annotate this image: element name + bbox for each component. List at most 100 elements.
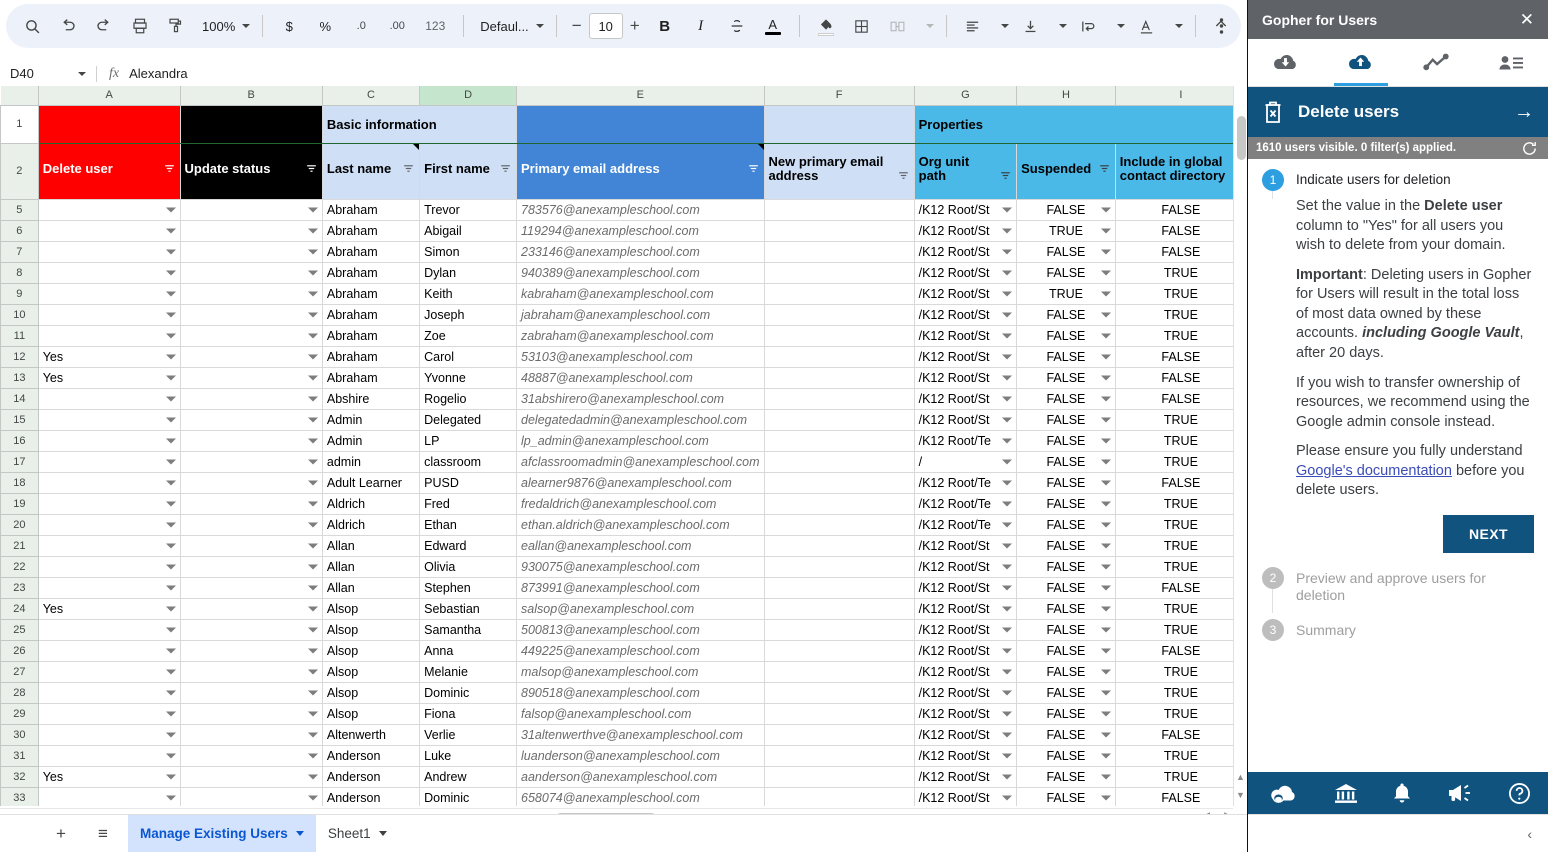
row-header[interactable]: 23: [0, 576, 39, 599]
cell-primary-email[interactable]: 930075@anexampleschool.com: [516, 555, 765, 578]
paint-format-icon[interactable]: [161, 11, 191, 41]
data-validation-caret[interactable]: [1002, 228, 1013, 233]
cell-delete-user[interactable]: [37, 282, 181, 305]
data-validation-caret[interactable]: [165, 438, 176, 443]
currency-format-button[interactable]: $: [274, 11, 304, 41]
cell-org-unit-path[interactable]: /K12 Root/St: [913, 618, 1018, 641]
header-suspended[interactable]: Suspended: [1016, 142, 1116, 200]
all-sheets-button[interactable]: ≡: [86, 819, 120, 849]
cell-update-status[interactable]: [179, 765, 323, 788]
cell-org-unit-path[interactable]: /K12 Root/St: [913, 408, 1018, 431]
next-button[interactable]: NEXT: [1443, 514, 1534, 553]
cell-suspended[interactable]: FALSE: [1016, 723, 1116, 746]
cell-first-name[interactable]: Trevor: [419, 198, 518, 221]
cell-last-name[interactable]: Abshire: [321, 387, 421, 410]
cell-first-name[interactable]: Olivia: [419, 555, 518, 578]
filter-icon[interactable]: [499, 162, 512, 175]
header-update-status[interactable]: Update status: [179, 142, 323, 200]
data-validation-caret[interactable]: [1002, 375, 1013, 380]
data-validation-caret[interactable]: [1100, 270, 1111, 275]
data-validation-caret[interactable]: [307, 543, 318, 548]
cell-last-name[interactable]: Abraham: [321, 303, 421, 326]
close-icon[interactable]: ✕: [1520, 10, 1534, 30]
cell-org-unit-path[interactable]: /K12 Root/St: [913, 555, 1018, 578]
cell-new-primary-email[interactable]: [763, 660, 915, 683]
cell-last-name[interactable]: Anderson: [321, 744, 421, 767]
data-validation-caret[interactable]: [1002, 648, 1013, 653]
cell-update-status[interactable]: [179, 618, 323, 641]
cell-new-primary-email[interactable]: [763, 639, 915, 662]
fill-color-icon[interactable]: [811, 11, 841, 41]
cell-first-name[interactable]: Joseph: [419, 303, 518, 326]
cell-last-name[interactable]: Alsop: [321, 681, 421, 704]
tab-activity-chart[interactable]: [1398, 39, 1473, 86]
table-row[interactable]: 13 Yes Abraham Yvonne 48887@anexampleschool.…: [0, 366, 1247, 389]
arrow-right-icon[interactable]: →: [1514, 101, 1534, 124]
cell-delete-user[interactable]: [37, 702, 181, 725]
row-header[interactable]: 29: [0, 702, 39, 725]
cell-primary-email[interactable]: zabraham@anexampleschool.com: [516, 324, 765, 347]
table-row[interactable]: 5 Abraham Trevor 783576@anexampleschool.com…: [0, 198, 1247, 221]
cell-delete-user[interactable]: [37, 492, 181, 515]
cell-include-global-directory[interactable]: TRUE: [1114, 324, 1247, 347]
cell-update-status[interactable]: [179, 198, 323, 221]
row-header[interactable]: 24: [0, 597, 39, 620]
bank-icon[interactable]: [1334, 782, 1358, 804]
row-header-2[interactable]: 2: [0, 142, 39, 200]
data-validation-caret[interactable]: [165, 564, 176, 569]
strikethrough-icon[interactable]: [722, 11, 752, 41]
cell-primary-email[interactable]: alearner9876@anexampleschool.com: [516, 471, 765, 494]
cell-suspended[interactable]: TRUE: [1016, 219, 1116, 242]
cell-delete-user[interactable]: [37, 639, 181, 662]
data-validation-caret[interactable]: [1100, 501, 1111, 506]
cell-new-primary-email[interactable]: [763, 387, 915, 410]
cell-last-name[interactable]: Alsop: [321, 618, 421, 641]
data-validation-caret[interactable]: [1100, 207, 1111, 212]
cell-primary-email[interactable]: luanderson@anexampleschool.com: [516, 744, 765, 767]
row-header[interactable]: 14: [0, 387, 39, 410]
cell-first-name[interactable]: Dominic: [419, 681, 518, 704]
cell-include-global-directory[interactable]: FALSE: [1114, 471, 1247, 494]
row-header[interactable]: 32: [0, 765, 39, 788]
data-validation-caret[interactable]: [307, 291, 318, 296]
cell-delete-user[interactable]: [37, 240, 181, 263]
vertical-align-icon[interactable]: [1016, 11, 1046, 41]
cell-new-primary-email[interactable]: [763, 240, 915, 263]
cell-delete-user[interactable]: [37, 513, 181, 536]
data-validation-caret[interactable]: [1100, 648, 1111, 653]
cell-primary-email[interactable]: afclassroomadmin@anexampleschool.com: [516, 450, 765, 473]
cell-suspended[interactable]: FALSE: [1016, 429, 1116, 452]
filter-icon[interactable]: [1098, 162, 1111, 175]
data-validation-caret[interactable]: [307, 711, 318, 716]
row-header-1[interactable]: 1: [0, 104, 39, 144]
cell-delete-user[interactable]: Yes: [37, 366, 181, 389]
rotation-caret[interactable]: [1168, 11, 1184, 41]
data-validation-caret[interactable]: [1100, 480, 1111, 485]
data-validation-caret[interactable]: [307, 354, 318, 359]
cell-new-primary-email[interactable]: [763, 261, 915, 284]
percent-format-button[interactable]: %: [310, 11, 340, 41]
cell-suspended[interactable]: FALSE: [1016, 198, 1116, 221]
data-validation-caret[interactable]: [1002, 312, 1013, 317]
cell-first-name[interactable]: Sebastian: [419, 597, 518, 620]
cell-new-primary-email[interactable]: [763, 324, 915, 347]
cell-new-primary-email[interactable]: [763, 429, 915, 452]
data-validation-caret[interactable]: [307, 417, 318, 422]
data-validation-caret[interactable]: [307, 459, 318, 464]
data-validation-caret[interactable]: [1100, 564, 1111, 569]
cell-last-name[interactable]: Allan: [321, 576, 421, 599]
data-validation-caret[interactable]: [1002, 543, 1013, 548]
cell-suspended[interactable]: FALSE: [1016, 345, 1116, 368]
row-header[interactable]: 27: [0, 660, 39, 683]
cell-include-global-directory[interactable]: TRUE: [1114, 744, 1247, 767]
cell-org-unit-path[interactable]: /K12 Root/St: [913, 744, 1018, 767]
cell-org-unit-path[interactable]: /K12 Root/St: [913, 261, 1018, 284]
data-validation-caret[interactable]: [1100, 228, 1111, 233]
cell-include-global-directory[interactable]: TRUE: [1114, 534, 1247, 557]
cell-suspended[interactable]: FALSE: [1016, 240, 1116, 263]
zoom-control[interactable]: 100%: [194, 12, 254, 40]
data-validation-caret[interactable]: [1100, 396, 1111, 401]
text-wrap-icon[interactable]: [1074, 11, 1104, 41]
cell-include-global-directory[interactable]: TRUE: [1114, 450, 1247, 473]
cell-delete-user[interactable]: [37, 387, 181, 410]
